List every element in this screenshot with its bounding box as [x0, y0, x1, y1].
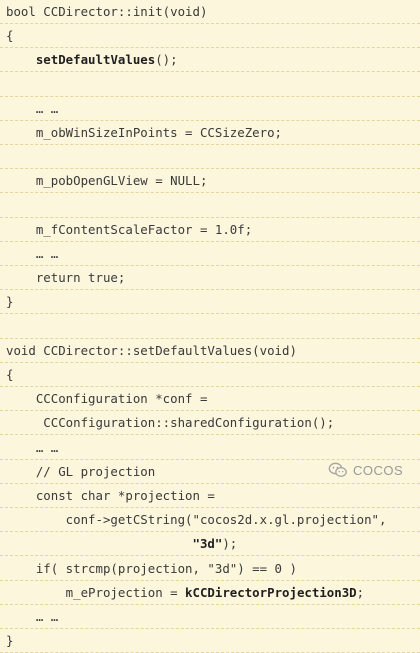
code-line: return true;: [0, 266, 420, 291]
code-line: bool CCDirector::init(void): [0, 0, 420, 24]
code-line: … …: [0, 436, 420, 460]
code-text: return true;: [6, 270, 126, 286]
code-text: void CCDirector::setDefaultValues(void): [6, 342, 297, 358]
code-line: … …: [0, 97, 420, 121]
code-text: m_obWinSizeInPoints = CCSizeZero;: [6, 125, 283, 140]
code-line: m_eProjection = kCCDirectorProjection3D;: [0, 581, 420, 605]
code-line: {: [0, 363, 420, 387]
code-line: conf->getCString("cocos2d.x.gl.projectio…: [0, 508, 420, 533]
code-line: m_fContentScaleFactor = 1.0f;: [0, 218, 420, 242]
code-text: CCConfiguration *conf =: [6, 391, 208, 407]
code-text: if( strcmp(projection, "3d") == 0 ): [6, 560, 297, 576]
code-line: if( strcmp(projection, "3d") == 0 ): [0, 557, 420, 581]
code-text: conf->getCString("cocos2d.x.gl.projectio…: [6, 512, 387, 528]
code-line: … …: [0, 242, 420, 266]
code-line: }: [0, 629, 420, 653]
code-line: {: [0, 24, 420, 49]
watermark: COCOS: [328, 460, 403, 480]
code-text: m_fContentScaleFactor = 1.0f;: [6, 221, 253, 237]
code-text: m_eProjection =: [6, 584, 186, 600]
code-line: setDefaultValues();: [0, 48, 420, 73]
wechat-icon: [328, 462, 348, 478]
code-text: );: [222, 536, 238, 552]
code-text: m_pobOpenGLView = NULL;: [6, 173, 208, 189]
code-text: ();: [155, 52, 178, 68]
code-line: void CCDirector::setDefaultValues(void): [0, 339, 420, 363]
code-text: … …: [6, 100, 59, 116]
code-line: CCConfiguration::sharedConfiguration();: [0, 411, 420, 436]
code-text: }: [6, 294, 14, 310]
code-text: CCConfiguration::sharedConfiguration();: [6, 415, 335, 431]
code-listing: bool CCDirector::init(void){ setDefaultV…: [0, 0, 420, 653]
code-text: ;: [356, 584, 365, 600]
code-line: [0, 73, 420, 97]
code-line: CCConfiguration *conf =: [0, 387, 420, 412]
code-text: // GL projection: [6, 463, 156, 479]
code-line: m_obWinSizeInPoints = CCSizeZero;: [0, 121, 420, 145]
code-text: {: [6, 367, 14, 382]
code-text: {: [6, 28, 14, 44]
code-line: [0, 315, 420, 339]
code-line: … …: [0, 605, 420, 629]
code-text: bool CCDirector::init(void): [6, 4, 208, 19]
code-line: }: [0, 290, 420, 315]
watermark-text: COCOS: [353, 462, 404, 478]
code-keyword-bold: setDefaultValues: [35, 52, 156, 68]
code-text: const char *projection =: [6, 488, 215, 503]
code-text: … …: [6, 246, 59, 261]
code-keyword-bold: kCCDirectorProjection3D: [185, 584, 357, 600]
code-line: [0, 194, 420, 218]
code-keyword-bold: "3d": [192, 536, 223, 552]
code-line: "3d");: [0, 532, 420, 557]
code-text: … …: [6, 439, 59, 455]
code-text: … …: [6, 609, 59, 624]
code-line: m_pobOpenGLView = NULL;: [0, 169, 420, 194]
code-line: [0, 145, 420, 170]
code-text: }: [6, 633, 14, 649]
